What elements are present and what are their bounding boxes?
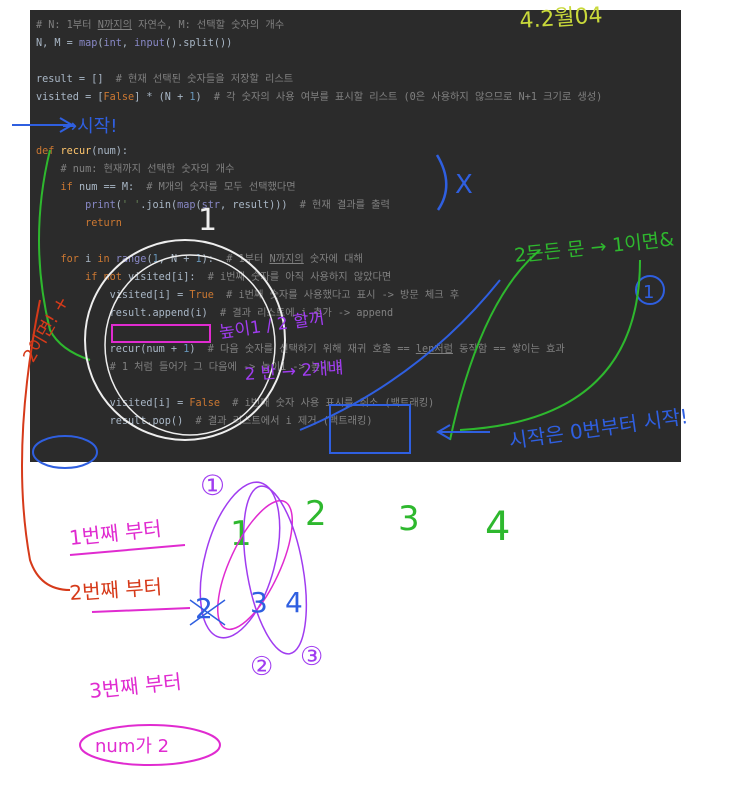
start-note: →시작! — [62, 116, 117, 137]
recur-box — [111, 324, 211, 343]
height-note: 높이1 / 2 할꺼 — [218, 308, 326, 343]
handwriting-overlay: 4.2월04 →시작! X 2든든 문 → 1이면& 1 1 2이면! + 높이… — [12, 3, 690, 766]
blue-box-mark — [329, 404, 411, 454]
date-note: 4.2월04 — [519, 3, 604, 34]
white-one: 1 — [198, 203, 217, 238]
order-three: ③ — [300, 642, 323, 672]
num2-note: num가 2 — [95, 736, 169, 757]
left-arrow-icon — [436, 424, 490, 440]
digit-three: 3 — [398, 499, 420, 539]
order-one: ① — [200, 469, 225, 502]
row-three: 3 — [250, 586, 268, 619]
order-two: ② — [250, 652, 273, 682]
start-zero-note: 시작은 0번부터 시작! — [507, 404, 689, 453]
index2-underline — [91, 607, 191, 613]
digit-two: 2 — [305, 494, 327, 534]
digit-four: 4 — [485, 504, 510, 550]
index3-note: 3번째 부터 — [88, 669, 183, 703]
index1-note: 1번째 부터 — [68, 516, 163, 550]
white-loop-2 — [104, 254, 276, 436]
recur-zero-circle — [32, 435, 98, 469]
row-four: 4 — [285, 586, 303, 619]
two-more-note: 2 반 → 2개배 — [244, 358, 344, 385]
bracket-mark — [435, 154, 448, 211]
circle-one-digit: 1 — [643, 282, 654, 303]
top-two-note: 2든든 문 → 1이면& — [513, 228, 675, 267]
digit-one: 1 — [230, 514, 252, 554]
white-loop-1 — [84, 239, 286, 441]
left-two-note: 2이면! + — [19, 293, 73, 366]
x-mark: X — [455, 170, 473, 200]
index2-note: 2번째 부터 — [69, 575, 163, 605]
mid-green-curve — [449, 249, 541, 441]
right-green-curve — [459, 259, 641, 431]
